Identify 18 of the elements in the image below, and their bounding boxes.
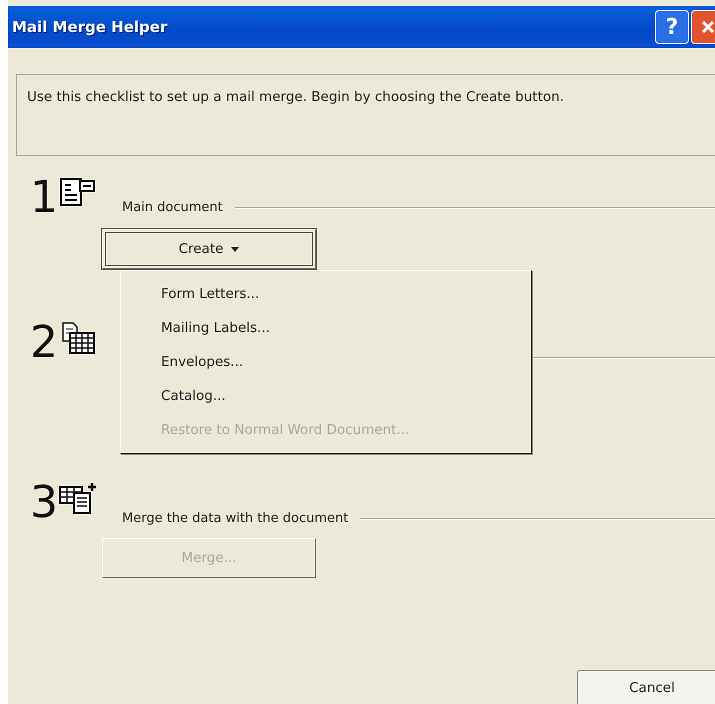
menu-item[interactable]: Mailing Labels... <box>121 311 531 345</box>
close-button[interactable] <box>691 10 715 44</box>
merge-icon <box>58 481 98 515</box>
menu-item[interactable]: Catalog... <box>121 379 531 413</box>
step-label: Main document <box>122 200 223 215</box>
step-number: 3 <box>30 481 58 525</box>
instructions-text: Use this checklist to set up a mail merge. Begin by choosing the Create button. <box>16 74 715 156</box>
window-title: Mail Merge Helper <box>12 18 168 36</box>
cancel-button[interactable]: Cancel <box>577 670 715 704</box>
step-number: 2 <box>30 321 58 365</box>
menu-item[interactable]: Form Letters... <box>121 277 531 311</box>
caret-icon <box>231 246 240 252</box>
menu-item[interactable]: Envelopes... <box>121 345 531 379</box>
step-number: 1 <box>30 176 58 220</box>
dropdown-button[interactable]: Create <box>102 229 316 269</box>
help-button[interactable]: ? <box>655 10 689 44</box>
close-icon <box>700 19 715 35</box>
step-label: Merge the data with the document <box>122 511 348 526</box>
